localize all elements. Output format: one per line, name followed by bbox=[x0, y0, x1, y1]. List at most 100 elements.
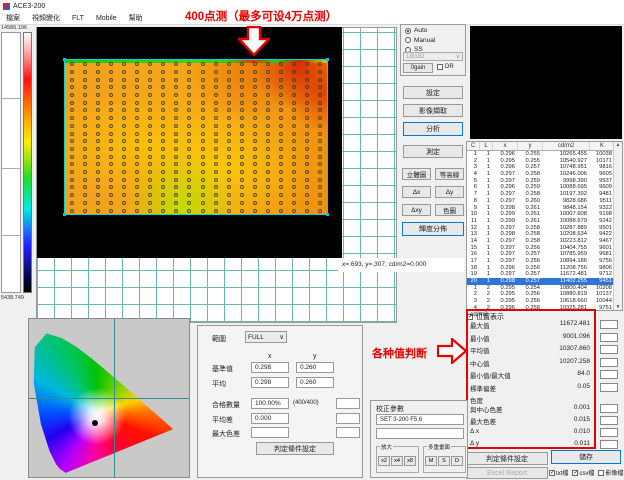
table-row[interactable]: 2010.2980.25711402.2559451 bbox=[467, 278, 622, 285]
table-row[interactable]: 220.2950.25610880.81910137 bbox=[467, 291, 622, 298]
measure-point bbox=[227, 101, 231, 105]
menu-item-2[interactable]: FLT bbox=[72, 15, 84, 22]
table-row[interactable]: 1910.2970.25711672.4819712 bbox=[467, 271, 622, 278]
checkbox-icon[interactable]: ✓ bbox=[572, 470, 578, 476]
menu-item-1[interactable]: 視頻變化 bbox=[32, 13, 60, 23]
selection-handle[interactable] bbox=[63, 213, 66, 216]
measure-point bbox=[96, 132, 100, 136]
zoom-x4-button[interactable]: x4 bbox=[391, 456, 403, 466]
table-cell: 0.261 bbox=[518, 205, 543, 212]
measure-point bbox=[318, 178, 322, 182]
table-scrollbar[interactable]: ▲ ▼ bbox=[613, 142, 622, 310]
pair-button-Δy[interactable]: Δy bbox=[435, 186, 464, 198]
radio-auto[interactable]: Auto bbox=[405, 27, 465, 35]
table-row[interactable]: 1310.2980.25810208.6349422 bbox=[467, 231, 622, 238]
table-header-cell: C bbox=[467, 142, 480, 150]
table-row[interactable]: 1210.2970.25810287.8899501 bbox=[467, 225, 622, 232]
table-body[interactable]: 110.2960.25510265.45510038210.2950.25510… bbox=[467, 151, 622, 311]
selection-handle[interactable] bbox=[326, 213, 329, 216]
table-row[interactable]: 1110.2990.26110088.6799242 bbox=[467, 218, 622, 225]
results-row: 平均值10307.860 bbox=[470, 345, 590, 355]
format-checkbox-csv檔[interactable]: ✓csv檔 bbox=[572, 468, 594, 477]
table-row[interactable]: 610.2960.25910088.6959609 bbox=[467, 184, 622, 191]
measure-point bbox=[96, 209, 100, 213]
image-capture-button[interactable]: 影像擷取 bbox=[403, 104, 463, 117]
gain-button[interactable]: 0gain bbox=[403, 63, 433, 73]
table-row[interactable]: 710.2970.25810197.3929481 bbox=[467, 191, 622, 198]
ref-x-field[interactable]: 0.298 bbox=[251, 362, 289, 373]
luminance-heatmap[interactable] bbox=[64, 59, 328, 215]
menu-item-4[interactable]: 幫助 bbox=[129, 13, 143, 23]
measure-point bbox=[161, 170, 165, 174]
luminance-distribution-button[interactable]: 輝度分佈 bbox=[402, 222, 464, 236]
excel-report-button[interactable]: Excel Report bbox=[466, 467, 548, 479]
measure-point bbox=[122, 185, 126, 189]
pair-button-等高線[interactable]: 等高線 bbox=[435, 168, 464, 180]
multiscreen-M-button[interactable]: M bbox=[425, 456, 437, 466]
measure-point bbox=[201, 201, 205, 205]
measure-point bbox=[83, 201, 87, 205]
table-row[interactable]: 410.2970.25810246.0069605 bbox=[467, 171, 622, 178]
scroll-up-icon[interactable]: ▲ bbox=[616, 142, 621, 148]
judge-condition-button[interactable]: 判定條件設定 bbox=[466, 452, 548, 465]
table-row[interactable]: 910.2980.2619848.1549322 bbox=[467, 205, 622, 212]
zoom-x2-button[interactable]: x2 bbox=[378, 456, 390, 466]
table-row[interactable]: 320.2950.25610618.66010044 bbox=[467, 298, 622, 305]
selection-handle[interactable] bbox=[326, 58, 329, 61]
menu-item-3[interactable]: Mobile bbox=[96, 15, 117, 22]
table-row[interactable]: 510.2970.2599998.3909537 bbox=[467, 178, 622, 185]
measure-point bbox=[174, 62, 178, 66]
selection-handle[interactable] bbox=[63, 58, 66, 61]
checkbox-icon[interactable]: ✓ bbox=[549, 470, 555, 476]
dr-checkbox[interactable]: DR bbox=[437, 64, 454, 70]
range-judge-condition-button[interactable]: 判定條件設定 bbox=[256, 442, 334, 455]
format-checkbox-txt檔[interactable]: ✓txt檔 bbox=[549, 468, 568, 477]
measure-button[interactable]: 測定 bbox=[403, 145, 463, 158]
calib-empty-field[interactable] bbox=[376, 428, 464, 439]
table-row[interactable]: 210.2950.25510540.92710171 bbox=[467, 158, 622, 165]
calib-value-field[interactable]: SET 3-200 F5.6 bbox=[376, 414, 464, 425]
table-cell: 9712 bbox=[590, 271, 615, 278]
measurement-view[interactable] bbox=[37, 27, 342, 258]
table-row[interactable]: 810.2970.2609828.6869511 bbox=[467, 198, 622, 205]
menu-item-0[interactable]: 檔案 bbox=[6, 13, 20, 23]
pair-button-立體圖[interactable]: 立體圖 bbox=[402, 168, 431, 180]
exposure-select[interactable]: 1/8192 ∨ bbox=[403, 52, 463, 61]
cie-chromaticity-diagram[interactable] bbox=[28, 318, 190, 478]
radio-icon[interactable] bbox=[405, 28, 411, 34]
multiscreen-D-button[interactable]: D bbox=[451, 456, 463, 466]
avg-y-field[interactable]: 0.260 bbox=[296, 377, 334, 388]
scroll-down-icon[interactable]: ▼ bbox=[616, 304, 621, 310]
format-checkbox-影像檔[interactable]: 影像檔 bbox=[598, 468, 623, 477]
pair-button-Δxy[interactable]: Δxy bbox=[402, 204, 431, 216]
table-row[interactable]: 1810.2960.25611208.7569806 bbox=[467, 265, 622, 272]
save-button[interactable]: 儲存 bbox=[551, 450, 621, 464]
pair-button-色圖[interactable]: 色圖 bbox=[435, 204, 464, 216]
multiscreen-S-button[interactable]: S bbox=[438, 456, 450, 466]
radio-manual[interactable]: Manual bbox=[405, 36, 465, 44]
measure-point bbox=[109, 62, 113, 66]
table-row[interactable]: 310.2960.25710748.9519816 bbox=[467, 164, 622, 171]
measure-point bbox=[240, 162, 244, 166]
table-row[interactable]: 1010.2990.26110007.6089198 bbox=[467, 211, 622, 218]
table-row[interactable]: 420.2960.25810325.2819751 bbox=[467, 305, 622, 311]
annotation-top-text: 400点测（最多可设4万点测） bbox=[185, 8, 337, 24]
table-row[interactable]: 1410.2970.25810223.8129467 bbox=[467, 238, 622, 245]
table-row[interactable]: 1710.2970.25610894.1869756 bbox=[467, 258, 622, 265]
pair-button-Δx[interactable]: Δx bbox=[402, 186, 431, 198]
table-cell: 0.258 bbox=[518, 171, 543, 178]
table-row[interactable]: 110.2960.25510265.45510038 bbox=[467, 151, 622, 158]
radio-icon[interactable] bbox=[405, 37, 411, 43]
analyze-button[interactable]: 分析 bbox=[403, 122, 463, 136]
range-select[interactable]: FULL ∨ bbox=[245, 331, 287, 343]
checkbox-icon[interactable] bbox=[437, 64, 443, 70]
settings-button[interactable]: 設定 bbox=[403, 86, 463, 99]
zoom-x8-button[interactable]: x8 bbox=[404, 456, 416, 466]
table-row[interactable]: 1510.2970.25610404.7559601 bbox=[467, 245, 622, 252]
ref-y-field[interactable]: 0.260 bbox=[296, 362, 334, 373]
checkbox-icon[interactable] bbox=[598, 470, 604, 476]
avg-x-field[interactable]: 0.298 bbox=[251, 377, 289, 388]
measurement-table[interactable]: CLxycd/m2K 110.2960.25510265.45510038210… bbox=[466, 141, 623, 311]
table-row[interactable]: 120.2950.25410800.40410208 bbox=[467, 285, 622, 292]
table-row[interactable]: 1610.2970.25710785.9599681 bbox=[467, 251, 622, 258]
